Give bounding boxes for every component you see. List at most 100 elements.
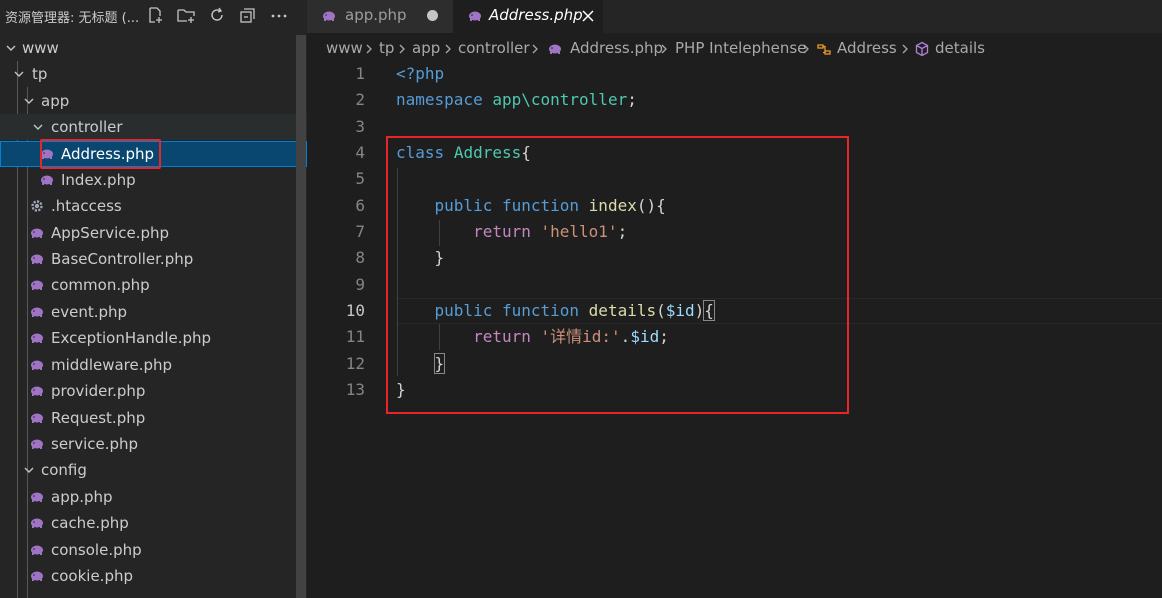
tree-file-htaccess[interactable]: .htaccess xyxy=(0,193,307,219)
line-number: 12 xyxy=(345,354,365,373)
tree-file-console-php[interactable]: console.php xyxy=(0,537,307,563)
close-icon[interactable] xyxy=(578,6,598,26)
punctuation: ) xyxy=(694,301,705,320)
tree-file-cache-php[interactable]: cache.php xyxy=(0,510,307,536)
tree-folder-www[interactable]: www xyxy=(0,35,307,61)
tree-file-provider-php[interactable]: provider.php xyxy=(0,378,307,404)
code-line-8: } xyxy=(396,245,445,271)
chevron-down-icon xyxy=(22,94,36,108)
breadcrumb-language-server[interactable]: PHP Intelephense xyxy=(675,39,806,57)
code-line-12: } xyxy=(396,351,446,377)
php-elephant-icon xyxy=(39,146,55,162)
code-line-4: class Address{ xyxy=(396,140,531,166)
code-line-7: return 'hello1'; xyxy=(396,219,627,245)
matching-bracket: { xyxy=(703,300,715,321)
line-number: 8 xyxy=(355,248,365,267)
tree-item-label: config xyxy=(41,461,87,479)
php-elephant-icon xyxy=(29,542,45,558)
tree-item-label: www xyxy=(22,39,59,57)
tree-item-label: middleware.php xyxy=(51,356,173,374)
tree-file-basecontroller-php[interactable]: BaseController.php xyxy=(0,246,307,272)
tree-file-service-php[interactable]: service.php xyxy=(0,431,307,457)
method-symbol-icon xyxy=(914,41,930,57)
punctuation: ; xyxy=(627,90,637,109)
tree-file-exceptionhandle-php[interactable]: ExceptionHandle.php xyxy=(0,325,307,351)
tree-file-common-php[interactable]: common.php xyxy=(0,272,307,298)
chevron-right-icon xyxy=(442,42,454,56)
php-elephant-icon xyxy=(29,489,45,505)
php-elephant-icon xyxy=(29,383,45,399)
tree-folder-tp[interactable]: tp xyxy=(0,61,307,87)
explorer-header: 资源管理器: 无标题 (... xyxy=(0,0,307,33)
sidebar-scrollbar[interactable] xyxy=(296,35,306,598)
unsaved-dot-icon[interactable] xyxy=(427,10,438,21)
tab-label: Address.php xyxy=(489,6,583,24)
php-elephant-icon xyxy=(29,225,45,241)
new-folder-icon[interactable] xyxy=(176,5,196,25)
breadcrumb-file[interactable]: Address.php xyxy=(570,39,663,57)
tab-app-php[interactable]: app.php xyxy=(307,0,453,33)
punctuation: ; xyxy=(659,327,669,346)
code-line-6: public function index(){ xyxy=(396,193,666,219)
tree-file-request-php[interactable]: Request.php xyxy=(0,405,307,431)
punctuation: ( xyxy=(656,301,666,320)
tree-item-label: tp xyxy=(32,65,48,83)
tree-item-label: Request.php xyxy=(51,409,146,427)
tree-file-config-app-php[interactable]: app.php xyxy=(0,484,307,510)
namespace-name: app\controller xyxy=(492,90,628,109)
tree-folder-config[interactable]: config xyxy=(0,457,307,483)
tree-file-address-php[interactable]: Address.php xyxy=(0,141,307,167)
tab-label: app.php xyxy=(345,6,407,24)
refresh-icon[interactable] xyxy=(207,5,227,25)
chevron-down-icon xyxy=(4,41,18,55)
tree-file-event-php[interactable]: event.php xyxy=(0,299,307,325)
line-number: 2 xyxy=(355,90,365,109)
tree-file-middleware-php[interactable]: middleware.php xyxy=(0,352,307,378)
line-number: 7 xyxy=(355,222,365,241)
breadcrumb-class[interactable]: Address xyxy=(837,39,897,57)
chevron-right-icon xyxy=(658,42,670,56)
tree-item-label: event.php xyxy=(51,303,128,321)
new-file-icon[interactable] xyxy=(145,5,165,25)
php-elephant-icon xyxy=(29,410,45,426)
string-literal: '详情id:' xyxy=(540,327,621,346)
code-editor[interactable]: 1 2 3 4 5 6 7 8 9 10 11 12 13 <?php name… xyxy=(307,60,1162,598)
keyword-return: return xyxy=(473,222,531,241)
code-line-13: } xyxy=(396,377,406,403)
punctuation: { xyxy=(521,143,531,162)
php-elephant-icon xyxy=(321,8,337,24)
tree-item-label: AppService.php xyxy=(51,224,170,242)
chevron-right-icon xyxy=(529,42,541,56)
variable: $id xyxy=(630,327,660,346)
tree-item-label: ExceptionHandle.php xyxy=(51,329,212,347)
tree-folder-controller[interactable]: controller xyxy=(0,114,307,140)
tree-file-cookie-php[interactable]: cookie.php xyxy=(0,563,307,589)
tree-item-label: Address.php xyxy=(61,145,155,163)
tree-item-label: app xyxy=(41,92,70,110)
breadcrumb-app[interactable]: app xyxy=(412,39,440,57)
php-elephant-icon xyxy=(29,330,45,346)
tree-item-label: .htaccess xyxy=(51,197,122,215)
more-icon[interactable] xyxy=(269,5,289,25)
chevron-right-icon xyxy=(800,42,812,56)
tab-address-php[interactable]: Address.php xyxy=(453,0,603,33)
chevron-right-icon xyxy=(899,42,911,56)
line-number: 9 xyxy=(355,275,365,294)
function-name: index xyxy=(588,196,637,215)
breadcrumb-tp[interactable]: tp xyxy=(379,39,394,57)
tree-file-index-php[interactable]: Index.php xyxy=(0,167,307,193)
breadcrumb-www[interactable]: www xyxy=(326,39,363,57)
tree-folder-app[interactable]: app xyxy=(0,88,307,114)
breadcrumb-method[interactable]: details xyxy=(935,39,985,57)
tree-item-label: cache.php xyxy=(51,514,129,532)
php-elephant-icon xyxy=(467,8,483,24)
line-number: 1 xyxy=(355,64,365,83)
tree-file-appservice-php[interactable]: AppService.php xyxy=(0,220,307,246)
punctuation: . xyxy=(620,327,631,346)
tree-item-label: console.php xyxy=(51,541,142,559)
collapse-all-icon[interactable] xyxy=(238,5,258,25)
php-elephant-icon xyxy=(29,515,45,531)
tree-item-label: cookie.php xyxy=(51,567,134,585)
breadcrumb-controller[interactable]: controller xyxy=(458,39,530,57)
chevron-down-icon xyxy=(22,463,36,477)
